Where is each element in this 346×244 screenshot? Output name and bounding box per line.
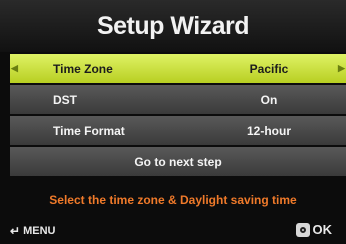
- footer: ↵ MENU OK: [0, 218, 346, 244]
- menu-key[interactable]: ↵ MENU: [10, 224, 55, 238]
- time-format-value: 12-hour: [246, 123, 291, 138]
- back-arrow-icon: ↵: [10, 224, 21, 238]
- next-step-label: Go to next step: [134, 154, 222, 169]
- time-format-row[interactable]: Time Format 12-hour: [10, 116, 346, 145]
- ok-button-icon: [295, 222, 310, 237]
- dst-label: DST: [53, 92, 77, 107]
- time-format-label: Time Format: [53, 123, 125, 138]
- time-zone-row[interactable]: ◀ Time Zone Pacific ▶: [10, 54, 346, 83]
- arrow-right-icon[interactable]: ▶: [337, 54, 346, 83]
- arrow-left-icon[interactable]: ◀: [10, 54, 19, 83]
- page-title: Setup Wizard: [96, 11, 250, 40]
- settings-menu: ◀ Time Zone Pacific ▶ DST On Time Format…: [10, 54, 346, 178]
- next-step-button[interactable]: Go to next step: [10, 147, 346, 176]
- dst-value: On: [260, 92, 278, 107]
- hint-text: Select the time zone & Daylight saving t…: [49, 193, 297, 207]
- ok-label: OK: [312, 222, 333, 237]
- time-zone-value: Pacific: [249, 61, 289, 76]
- title-bar: Setup Wizard: [0, 0, 346, 52]
- ok-key[interactable]: OK: [295, 222, 333, 237]
- dst-row[interactable]: DST On: [10, 85, 346, 114]
- menu-label: MENU: [23, 225, 56, 237]
- time-zone-label: Time Zone: [53, 61, 113, 76]
